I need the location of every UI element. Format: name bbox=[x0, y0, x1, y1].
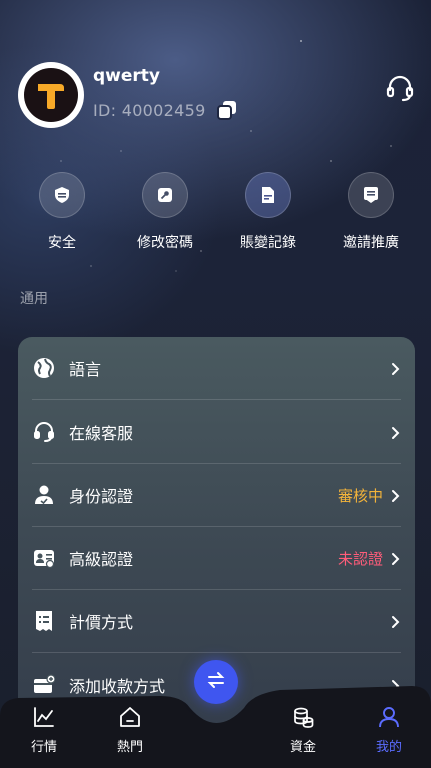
headset-icon bbox=[32, 420, 56, 444]
menu-item-label: 計價方式 bbox=[69, 613, 134, 632]
menu-item-pricing-method[interactable]: 計價方式 bbox=[32, 590, 401, 653]
nav-tab-market[interactable]: 行情 bbox=[14, 706, 74, 755]
nav-tab-hot[interactable]: 熱門 bbox=[100, 706, 160, 755]
coins-icon bbox=[292, 707, 314, 732]
menu-item-label: 身份認證 bbox=[69, 487, 134, 506]
menu-item-label: 高級認證 bbox=[69, 550, 134, 569]
quick-action-change-password[interactable]: 修改密碼 bbox=[115, 172, 215, 252]
quick-action-account-records[interactable]: 賬變記錄 bbox=[218, 172, 318, 252]
section-title-general: 通用 bbox=[20, 291, 48, 307]
nav-label: 我的 bbox=[375, 740, 402, 755]
user-icon bbox=[378, 707, 400, 732]
menu-item-label: 語言 bbox=[69, 360, 102, 379]
key-icon bbox=[142, 172, 188, 218]
nav-label: 資金 bbox=[289, 740, 316, 755]
shield-icon bbox=[39, 172, 85, 218]
quick-action-invite[interactable]: 邀請推廣 bbox=[321, 172, 421, 252]
avatar[interactable] bbox=[18, 62, 84, 128]
trade-exchange-button[interactable] bbox=[194, 660, 238, 704]
menu-item-language[interactable]: 語言 bbox=[32, 337, 401, 400]
id-card-icon bbox=[32, 546, 56, 570]
exchange-icon bbox=[205, 669, 227, 695]
chevron-right-icon bbox=[391, 488, 401, 502]
star-field bbox=[0, 0, 431, 300]
nav-label: 熱門 bbox=[116, 740, 143, 755]
globe-icon bbox=[32, 356, 56, 380]
menu-item-identity-verification[interactable]: 身份認證 審核中 bbox=[32, 464, 401, 527]
nav-tab-mine[interactable]: 我的 bbox=[359, 706, 419, 755]
quick-action-security[interactable]: 安全 bbox=[12, 172, 112, 252]
username: qwerty bbox=[93, 66, 160, 86]
receipt-icon bbox=[32, 609, 56, 633]
chart-icon bbox=[33, 707, 55, 732]
nav-label: 行情 bbox=[30, 740, 57, 755]
chevron-right-icon bbox=[391, 361, 401, 375]
quick-action-label: 賬變記錄 bbox=[240, 235, 296, 251]
menu-item-advanced-verification[interactable]: 高級認證 未認證 bbox=[32, 527, 401, 590]
chevron-right-icon bbox=[391, 425, 401, 439]
chevron-right-icon bbox=[391, 614, 401, 628]
quick-action-label: 邀請推廣 bbox=[343, 235, 399, 251]
quick-action-label: 修改密碼 bbox=[137, 235, 193, 251]
app-logo bbox=[24, 68, 78, 122]
menu-item-label: 在線客服 bbox=[69, 424, 134, 443]
customer-support-icon[interactable] bbox=[385, 73, 415, 103]
status-badge-pending: 審核中 bbox=[337, 486, 383, 505]
chevron-right-icon bbox=[391, 551, 401, 565]
nav-tab-funds[interactable]: 資金 bbox=[273, 706, 333, 755]
menu-item-online-support[interactable]: 在線客服 bbox=[32, 401, 401, 464]
document-icon bbox=[245, 172, 291, 218]
home-icon bbox=[119, 707, 141, 732]
user-id-icon bbox=[32, 483, 56, 507]
copy-icon[interactable] bbox=[216, 100, 238, 120]
invite-icon bbox=[348, 172, 394, 218]
user-id: ID: 40002459 bbox=[93, 101, 206, 120]
quick-action-label: 安全 bbox=[48, 235, 76, 251]
status-badge-unverified: 未認證 bbox=[337, 549, 383, 568]
